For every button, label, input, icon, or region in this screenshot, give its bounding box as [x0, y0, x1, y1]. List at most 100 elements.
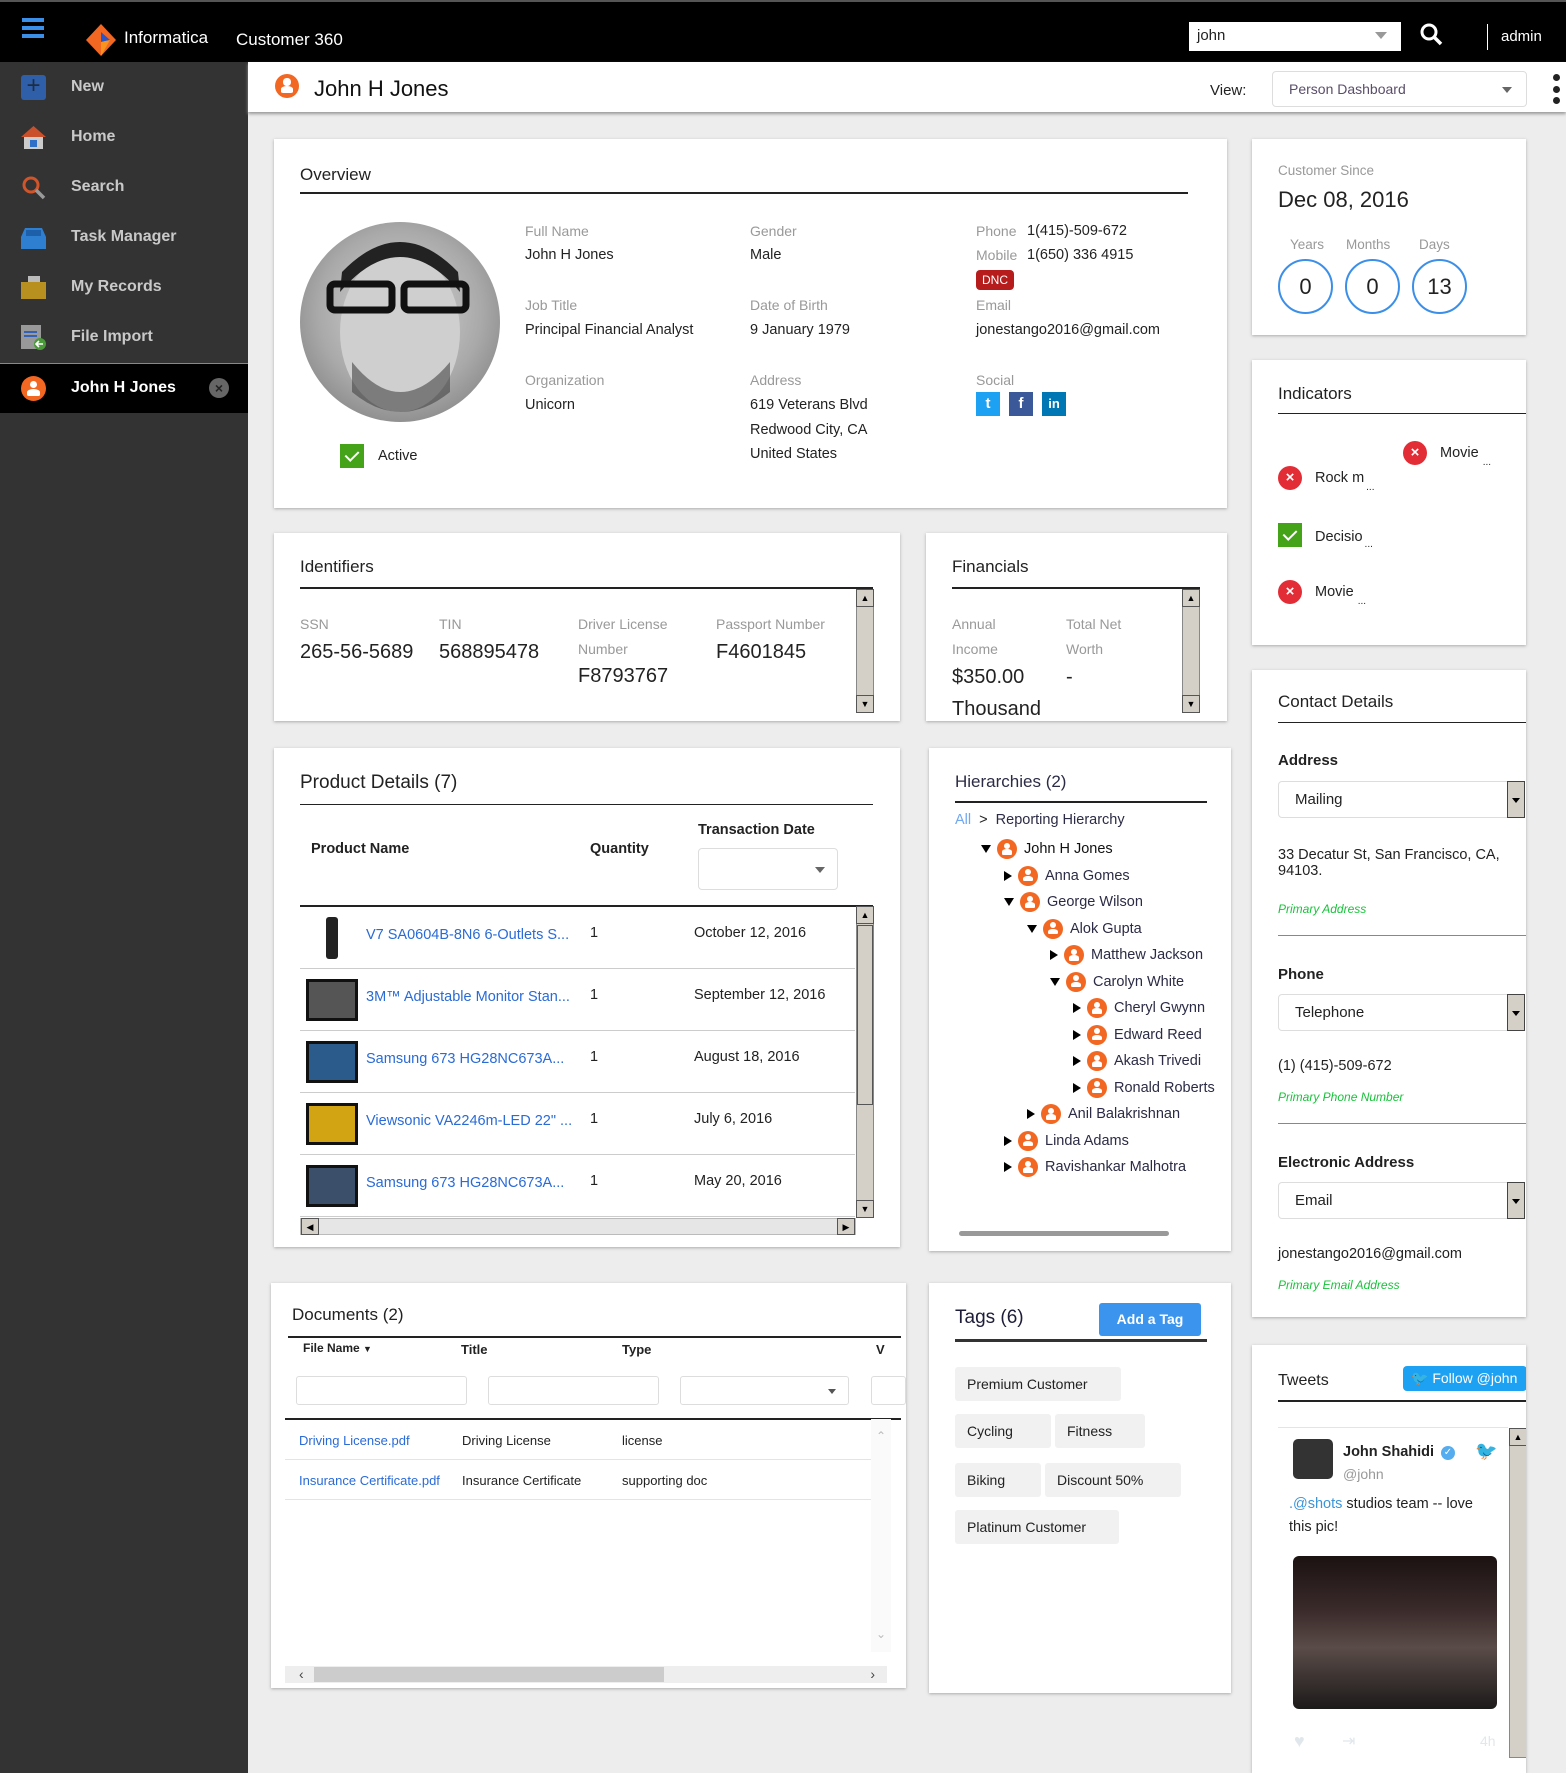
follow-button[interactable]: 🐦 Follow @john — [1403, 1366, 1526, 1391]
sidebar-item-my-records[interactable]: My Records — [0, 263, 248, 313]
filter-input[interactable] — [871, 1376, 906, 1405]
table-row[interactable]: Viewsonic VA2246m-LED 22" ... 1 July 6, 20… — [300, 1093, 855, 1155]
product-name-link[interactable]: 3M™ Adjustable Monitor Stan... — [366, 989, 570, 1005]
tree-node[interactable]: Ronald Roberts — [1073, 1077, 1215, 1098]
tag-chip[interactable]: Fitness — [1055, 1414, 1145, 1448]
search-dropdown-icon[interactable] — [1375, 32, 1387, 39]
table-row[interactable]: Insurance Certificate.pdf Insurance Certi… — [285, 1460, 871, 1500]
scroll-down-button[interactable]: ▼ — [856, 1200, 874, 1218]
share-icon[interactable]: ⇥ — [1342, 1731, 1355, 1751]
search-icon[interactable] — [1418, 21, 1444, 47]
tree-node[interactable]: John H Jones — [981, 839, 1113, 859]
expand-open-icon[interactable] — [981, 845, 991, 853]
table-row[interactable]: V7 SA0604B-8N6 6-Outlets S... 1 October 12… — [300, 907, 855, 969]
product-name-link[interactable]: Samsung 673 HG28NC673A... — [366, 1175, 564, 1191]
product-name-link[interactable]: Viewsonic VA2246m-LED 22" ... — [366, 1113, 572, 1129]
column-header-type[interactable]: Type — [622, 1342, 651, 1357]
tree-node[interactable]: Alok Gupta — [1027, 918, 1142, 939]
expand-open-icon[interactable] — [1027, 924, 1037, 933]
expand-closed-icon[interactable] — [1004, 870, 1012, 881]
transaction-date-filter[interactable] — [698, 848, 838, 890]
expand-open-icon[interactable] — [1004, 898, 1014, 906]
tree-node[interactable]: Akash Trivedi — [1073, 1051, 1201, 1071]
electronic-address-type-select[interactable]: Email — [1278, 1182, 1525, 1219]
tree-node-label[interactable]: Anil Balakrishnan — [1068, 1106, 1180, 1122]
vertical-scrollbar[interactable]: ▲ ▼ — [856, 906, 874, 1218]
tree-node-label[interactable]: Anna Gomes — [1045, 868, 1130, 884]
sidebar-item-active-record[interactable]: John H Jones × — [0, 363, 248, 413]
horizontal-scrollbar[interactable]: ‹ › — [285, 1666, 887, 1683]
more-options-icon[interactable] — [1553, 74, 1561, 104]
scroll-right-button[interactable]: › — [870, 1666, 875, 1682]
address-type-select[interactable]: Mailing — [1278, 781, 1525, 818]
tree-node-label[interactable]: John H Jones — [1024, 841, 1113, 857]
file-name-filter-input[interactable] — [296, 1376, 467, 1405]
scroll-left-button[interactable]: ‹ — [299, 1666, 304, 1682]
tree-node-label[interactable]: Matthew Jackson — [1091, 947, 1203, 963]
breadcrumb-all[interactable]: All — [955, 812, 971, 828]
sidebar-item-new[interactable]: + New — [0, 63, 248, 113]
scroll-up-button[interactable]: ▲ — [1182, 589, 1200, 607]
active-checkbox[interactable] — [340, 444, 364, 468]
scroll-down-button[interactable]: ▼ — [1182, 695, 1200, 713]
user-menu[interactable]: admin — [1501, 28, 1542, 45]
column-header-file-name[interactable]: File Name ▼ — [303, 1341, 372, 1355]
tweet-author-name[interactable]: John Shahidi — [1343, 1444, 1434, 1460]
table-row[interactable]: 3M™ Adjustable Monitor Stan... 1 September… — [300, 969, 855, 1031]
expand-closed-icon[interactable] — [1073, 1056, 1081, 1066]
tree-node-label[interactable]: Linda Adams — [1045, 1133, 1129, 1149]
expand-closed-icon[interactable] — [1004, 1162, 1012, 1172]
hamburger-icon[interactable] — [22, 18, 44, 38]
product-name-link[interactable]: V7 SA0604B-8N6 6-Outlets S... — [366, 927, 569, 943]
sidebar-item-task-manager[interactable]: Task Manager — [0, 213, 248, 263]
tree-node[interactable]: Cheryl Gwynn — [1073, 998, 1205, 1018]
scroll-thumb[interactable] — [857, 925, 873, 1105]
tree-node-label[interactable]: Carolyn White — [1093, 974, 1184, 990]
column-header[interactable]: Quantity — [590, 841, 649, 857]
scroll-up-button[interactable]: ▲ — [1509, 1428, 1526, 1446]
tag-chip[interactable]: Biking — [955, 1463, 1041, 1497]
tree-node[interactable]: Anil Balakrishnan — [1027, 1104, 1180, 1124]
tree-node[interactable]: Linda Adams — [1004, 1130, 1129, 1151]
expand-closed-icon[interactable] — [1004, 1135, 1012, 1146]
tree-node-label[interactable]: George Wilson — [1047, 894, 1143, 910]
scroll-up-button[interactable]: ▲ — [856, 906, 874, 924]
twitter-icon[interactable]: t — [976, 392, 1000, 416]
table-row[interactable]: Samsung 673 HG28NC673A... 1 May 20, 2016 — [300, 1155, 855, 1217]
tree-node[interactable]: Edward Reed — [1073, 1024, 1202, 1045]
indicator-item[interactable]: × Movie... — [1403, 441, 1491, 468]
vertical-scrollbar[interactable]: ▲ ▼ — [1182, 589, 1200, 713]
expand-closed-icon[interactable] — [1073, 1029, 1081, 1040]
chevron-up-icon[interactable]: ⌃ — [876, 1429, 886, 1443]
tree-node-label[interactable]: Akash Trivedi — [1114, 1053, 1201, 1069]
tree-node[interactable]: Ravishankar Malhotra — [1004, 1157, 1186, 1177]
scroll-down-button[interactable]: ▼ — [856, 695, 874, 713]
indicator-item[interactable]: Decisio... — [1278, 523, 1373, 552]
global-search-input[interactable]: john — [1189, 22, 1401, 51]
tweet-photo[interactable] — [1293, 1556, 1497, 1709]
tree-node[interactable]: Anna Gomes — [1004, 865, 1130, 886]
tweet-author-handle[interactable]: @john — [1343, 1466, 1384, 1482]
tree-node[interactable]: George Wilson — [1004, 892, 1143, 912]
expand-closed-icon[interactable] — [1073, 1003, 1081, 1013]
horizontal-scrollbar[interactable] — [959, 1231, 1169, 1236]
table-row[interactable]: Samsung 673 HG28NC673A... 1 August 18, 201… — [300, 1031, 855, 1093]
tag-chip[interactable]: Cycling — [955, 1414, 1051, 1448]
tweet-mention[interactable]: .@shots — [1289, 1496, 1342, 1512]
tree-node-label[interactable]: Edward Reed — [1114, 1027, 1202, 1043]
add-tag-button[interactable]: Add a Tag — [1099, 1303, 1201, 1336]
type-filter-select[interactable] — [680, 1376, 849, 1405]
linkedin-icon[interactable]: in — [1042, 392, 1066, 416]
table-row[interactable]: Driving License.pdf Driving License licens… — [285, 1420, 871, 1460]
column-header-more[interactable]: V — [876, 1342, 885, 1357]
phone-type-select[interactable]: Telephone — [1278, 994, 1525, 1031]
file-name-link[interactable]: Insurance Certificate.pdf — [299, 1473, 440, 1488]
tag-chip[interactable]: Discount 50% — [1045, 1463, 1181, 1497]
tree-node-label[interactable]: Ronald Roberts — [1114, 1080, 1215, 1096]
tree-node-label[interactable]: Cheryl Gwynn — [1114, 1000, 1205, 1016]
title-filter-input[interactable] — [488, 1376, 659, 1405]
vertical-scrollbar[interactable]: ▲ ▼ — [856, 589, 874, 713]
tweet-author-avatar[interactable] — [1293, 1439, 1333, 1479]
expand-closed-icon[interactable] — [1050, 950, 1058, 960]
vertical-scrollbar[interactable]: ⌃ ⌄ — [871, 1419, 891, 1652]
